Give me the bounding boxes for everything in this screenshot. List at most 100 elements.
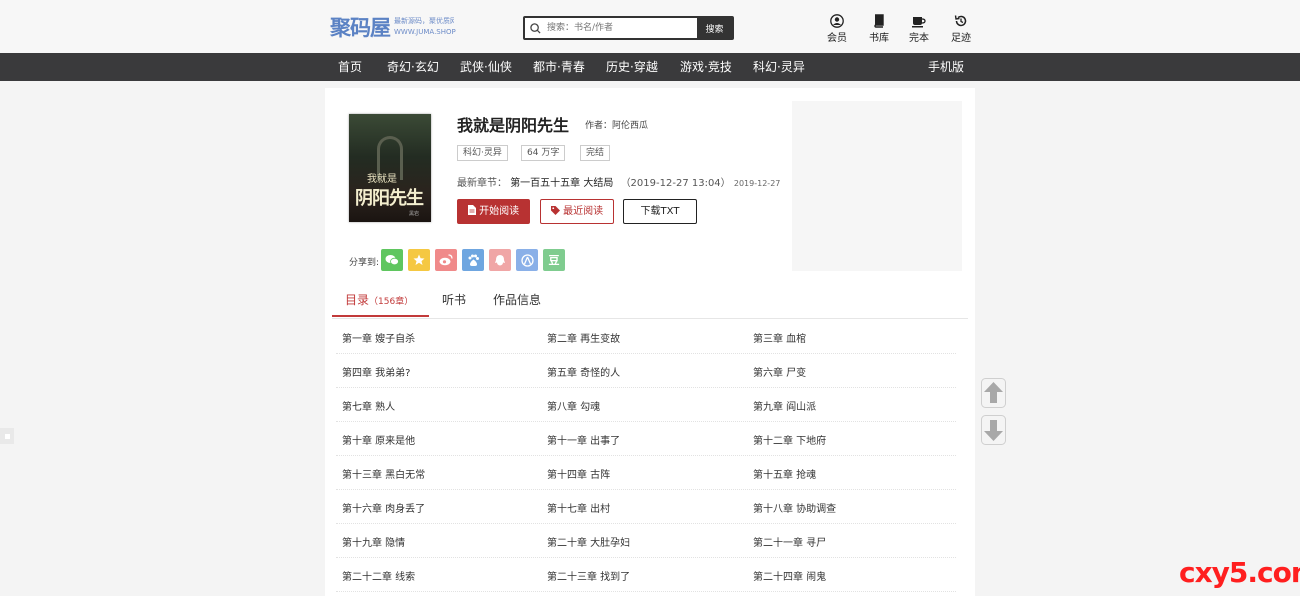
share-label: 分享到:: [349, 258, 380, 268]
chapter-link[interactable]: 第十二章 下地府: [753, 432, 826, 447]
chapter-link[interactable]: 第二十四章 闹鬼: [753, 568, 826, 583]
chapter-link[interactable]: 第十章 原来是他: [342, 432, 415, 447]
chapter-row: 第一章 嫂子自杀 第二章 再生变故 第三章 血棺: [336, 320, 956, 354]
header-nav-label: 书库: [869, 33, 889, 44]
nav-urban[interactable]: 都市·青春: [533, 53, 585, 81]
header-nav-label: 足迹: [951, 33, 971, 44]
user-icon: [819, 14, 855, 28]
chapter-link[interactable]: 第一章 嫂子自杀: [342, 330, 415, 345]
header-nav-label: 完本: [909, 33, 929, 44]
tab-catalog[interactable]: 目录（156章）: [345, 291, 413, 308]
chapter-row: 第二十二章 线索 第二十三章 找到了 第二十四章 闹鬼: [336, 558, 956, 592]
tag-status: 完结: [580, 145, 611, 161]
chapter-link[interactable]: 第十三章 黑白无常: [342, 466, 425, 481]
chapter-link[interactable]: 第二十一章 寻尸: [753, 534, 826, 549]
weibo-icon[interactable]: [435, 249, 457, 271]
qq-icon[interactable]: [489, 249, 511, 271]
latest-time: （2019-12-27 13:04）: [620, 178, 731, 189]
nav-fantasy[interactable]: 奇幻·玄幻: [387, 53, 439, 81]
book-cover[interactable]: 我就是 阴阳先生 黑岩: [349, 114, 431, 222]
file-icon: [467, 205, 479, 217]
chapter-link[interactable]: 第六章 尸变: [753, 364, 806, 379]
nav-scifi[interactable]: 科幻·灵异: [753, 53, 805, 81]
douban-glyph: 豆: [548, 254, 560, 267]
latest-chapter-line: 最新章节： 第一百五十五章 大结局 （2019-12-27 13:04） 201…: [457, 174, 780, 189]
chapter-link[interactable]: 第十四章 古阵: [547, 466, 610, 481]
chapter-row: 第十九章 隐情 第二十章 大肚孕妇 第二十一章 寻尸: [336, 524, 956, 558]
nav-games[interactable]: 游戏·竞技: [680, 53, 732, 81]
chapter-link[interactable]: 第三章 血棺: [753, 330, 806, 345]
book-detail-panel: 我就是 阴阳先生 黑岩 我就是阴阳先生 作者：阿伦西瓜 科幻·灵异 64 万字 …: [325, 88, 975, 596]
chapter-link[interactable]: 第五章 奇怪的人: [547, 364, 620, 379]
wechat-icon[interactable]: [381, 249, 403, 271]
chapter-link[interactable]: 第十七章 出村: [547, 500, 610, 515]
site-logo[interactable]: 聚码屋 最新源码，聚优质网下载平台 WWW.JUMA.SHOP: [330, 12, 456, 42]
chapter-link[interactable]: 第二章 再生变故: [547, 330, 620, 345]
nav-history[interactable]: 历史·穿越: [606, 53, 658, 81]
chapter-link[interactable]: 第七章 熟人: [342, 398, 395, 413]
chapter-link[interactable]: 第十五章 抢魂: [753, 466, 816, 481]
logo-text: 聚码屋: [330, 15, 391, 40]
cover-title-big: 阴阳先生: [355, 188, 424, 209]
nav-home[interactable]: 首页: [338, 53, 362, 81]
nav-wuxia[interactable]: 武侠·仙侠: [460, 53, 512, 81]
scroll-top-button[interactable]: [981, 378, 1006, 412]
book-icon: [861, 14, 897, 28]
tag-wordcount: 64 万字: [521, 145, 566, 161]
history-icon: [943, 14, 979, 28]
chapter-link[interactable]: 第十九章 隐情: [342, 534, 405, 549]
cup-icon: [901, 14, 937, 28]
header-nav-member[interactable]: 会员: [819, 14, 855, 44]
start-reading-button[interactable]: 开始阅读: [457, 199, 530, 224]
douban-icon[interactable]: 豆: [543, 249, 565, 271]
chapter-link[interactable]: 第十八章 协助调查: [753, 500, 836, 515]
tab-book-info[interactable]: 作品信息: [493, 291, 541, 308]
recent-reading-label: 最近阅读: [563, 206, 604, 217]
chapter-link[interactable]: 第二十三章 找到了: [547, 568, 630, 583]
chapter-link[interactable]: 第四章 我弟弟?: [342, 364, 411, 379]
logo-subtext: 最新源码，聚优质网下载平台 WWW.JUMA.SHOP: [394, 16, 456, 38]
cover-publisher: 黑岩: [409, 211, 420, 217]
side-collapse-icon[interactable]: [0, 428, 14, 444]
chapter-list: 第一章 嫂子自杀 第二章 再生变故 第三章 血棺 第四章 我弟弟? 第五章 奇怪…: [336, 320, 956, 592]
ad-placeholder: [792, 101, 962, 271]
main-navbar: 首页 奇幻·玄幻 武侠·仙侠 都市·青春 历史·穿越 游戏·竞技 科幻·灵异 手…: [0, 53, 1300, 81]
header-nav-label: 会员: [827, 33, 847, 44]
chapter-link[interactable]: 第十六章 肉身丢了: [342, 500, 425, 515]
tag-category[interactable]: 科幻·灵异: [457, 145, 508, 161]
tab-catalog-count: （156章）: [369, 297, 414, 307]
chapter-link[interactable]: 第九章 阎山派: [753, 398, 816, 413]
recent-reading-button[interactable]: 最近阅读: [540, 199, 614, 224]
site-header: 聚码屋 最新源码，聚优质网下载平台 WWW.JUMA.SHOP 搜索 会员 书库…: [0, 0, 1300, 53]
baidu-icon[interactable]: [462, 249, 484, 271]
header-nav-library[interactable]: 书库: [861, 14, 897, 44]
watermark-text: cxy5.com: [1179, 556, 1300, 589]
latest-label: 最新章节：: [457, 178, 507, 189]
header-nav-history[interactable]: 足迹: [943, 14, 979, 44]
tab-audiobook[interactable]: 听书: [442, 291, 466, 308]
latest-chapter-link[interactable]: 第一百五十五章 大结局: [510, 178, 613, 189]
chapter-link[interactable]: 第十一章 出事了: [547, 432, 620, 447]
chapter-link[interactable]: 第八章 勾魂: [547, 398, 600, 413]
author-name[interactable]: 阿伦西瓜: [612, 121, 648, 131]
chapter-link[interactable]: 第二十二章 线索: [342, 568, 415, 583]
chapter-row: 第七章 熟人 第八章 勾魂 第九章 阎山派: [336, 388, 956, 422]
nav-mobile[interactable]: 手机版: [928, 53, 964, 81]
logo-subtext-1: 最新源码，聚优质网下载平台: [394, 17, 454, 25]
search-button[interactable]: 搜索: [697, 18, 732, 38]
search-input[interactable]: [545, 18, 697, 38]
author-label: 作者：: [585, 121, 613, 131]
download-txt-button[interactable]: 下载TXT: [623, 199, 697, 224]
book-author: 作者：阿伦西瓜: [585, 118, 648, 131]
chapter-row: 第四章 我弟弟? 第五章 奇怪的人 第六章 尸变: [336, 354, 956, 388]
latest-date: 2019-12-27: [733, 179, 781, 188]
chapter-link[interactable]: 第二十章 大肚孕妇: [547, 534, 630, 549]
renren-icon[interactable]: [516, 249, 538, 271]
qzone-icon[interactable]: [408, 249, 430, 271]
scroll-bottom-button[interactable]: [981, 415, 1006, 447]
search-icon: [525, 18, 545, 38]
logo-subtext-2: WWW.JUMA.SHOP: [394, 28, 456, 36]
chapter-row: 第十三章 黑白无常 第十四章 古阵 第十五章 抢魂: [336, 456, 956, 490]
header-nav-finished[interactable]: 完本: [901, 14, 937, 44]
arrow-up-icon: [981, 378, 1006, 412]
